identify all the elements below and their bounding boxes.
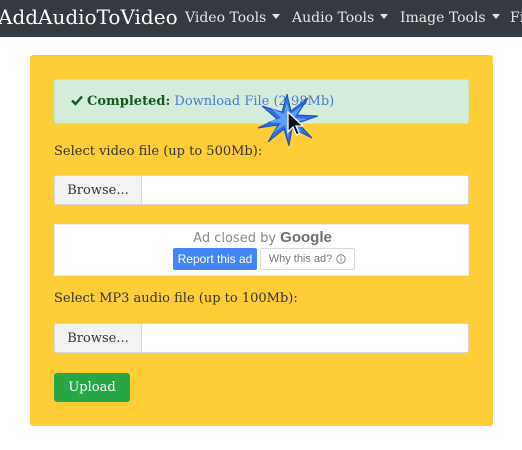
audio-browse-button[interactable]: Browse...	[55, 324, 142, 352]
alert-status: Completed:	[87, 94, 171, 109]
report-ad-button[interactable]: Report this ad	[173, 248, 257, 270]
check-icon	[71, 95, 83, 106]
why-this-ad-label: Why this ad?	[268, 253, 333, 265]
chevron-down-icon	[272, 14, 281, 19]
audio-file-input[interactable]: Browse...	[54, 323, 469, 353]
audio-file-label: Select MP3 audio file (up to 100Mb):	[54, 291, 298, 306]
chevron-down-icon	[491, 14, 500, 19]
google-logo: Google	[280, 229, 332, 246]
chevron-down-icon	[380, 14, 389, 19]
nav-video-tools[interactable]: Video Tools	[185, 10, 281, 26]
nav-image-tools[interactable]: Image Tools	[400, 10, 500, 26]
video-browse-button[interactable]: Browse...	[55, 176, 142, 204]
nav-video-tools-label: Video Tools	[185, 10, 267, 26]
ad-closed-text: Ad closed by Google	[55, 229, 470, 246]
nav-audio-tools-label: Audio Tools	[292, 10, 375, 26]
brand-logo-text[interactable]: AddAudioToVideo	[0, 5, 178, 29]
nav-image-tools-label: Image Tools	[400, 10, 486, 26]
video-file-input[interactable]: Browse...	[54, 175, 469, 205]
why-this-ad-button[interactable]: Why this ad?	[260, 248, 355, 270]
video-file-label: Select video file (up to 500Mb):	[54, 144, 263, 159]
info-icon	[336, 254, 346, 264]
upload-button[interactable]: Upload	[54, 373, 130, 402]
nav-file-tools[interactable]: Fi	[510, 10, 522, 26]
ad-closed-label: Ad closed by	[193, 231, 277, 246]
nav-audio-tools[interactable]: Audio Tools	[292, 10, 389, 26]
nav-file-tools-label: Fi	[510, 10, 522, 26]
click-burst-icon	[257, 94, 318, 146]
navbar: AddAudioToVideo Video Tools Audio Tools …	[0, 0, 522, 37]
ad-container: Ad closed by Google Report this ad Why t…	[54, 224, 469, 276]
